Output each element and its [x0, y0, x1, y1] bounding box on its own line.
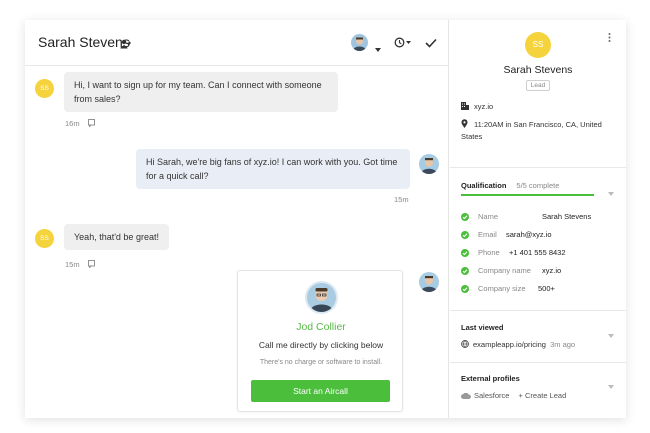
contact-name: Sarah Stevens [503, 64, 573, 76]
salesforce-link[interactable]: Salesforce [474, 391, 509, 400]
card-subtitle: Call me directly by clicking below [258, 340, 384, 350]
start-aircall-button[interactable]: Start an Aircall [251, 380, 390, 402]
agent-name: Jod Collier [296, 321, 346, 333]
message-time: 15m [394, 195, 409, 204]
divider [450, 310, 626, 311]
qualification-row[interactable]: Company name xyz.io [461, 266, 561, 276]
conversation-title: Sarah Stevens [38, 34, 130, 50]
location-row: 11:20AM in San Francisco, CA, United Sta… [461, 119, 621, 142]
seen-icon [87, 119, 95, 129]
cloud-icon [461, 392, 471, 401]
company-row: xyz.io [461, 101, 621, 113]
check-icon [461, 231, 469, 240]
agent-avatar [419, 154, 439, 174]
agent-avatar [419, 272, 439, 292]
more-options-icon[interactable] [608, 29, 611, 47]
conversation-window: Sarah Stevens SS Hi, I want to sign up f… [25, 20, 626, 418]
divider [450, 362, 626, 363]
company-name: xyz.io [474, 102, 494, 111]
qualification-row[interactable]: Company size 500+ [461, 284, 555, 294]
assignee-dropdown-icon[interactable] [375, 39, 381, 57]
message-meta: 15m [65, 260, 95, 270]
message-time: 16m [65, 119, 80, 128]
visitor-message: Yeah, that'd be great! [64, 224, 169, 250]
qualification-row[interactable]: Email sarah@xyz.io [461, 230, 552, 240]
last-viewed-title[interactable]: Last viewed [461, 323, 504, 332]
contact-avatar: SS [525, 32, 551, 58]
divider [450, 167, 626, 168]
qualification-row[interactable]: Name Sarah Stevens [461, 212, 591, 222]
last-viewed-row[interactable]: exampleapp.io/pricing 3m ago [461, 340, 575, 350]
add-user-icon[interactable] [120, 36, 131, 54]
contact-sidebar: SS Sarah Stevens Lead xyz.io 11:20AM in … [450, 20, 626, 418]
qualification-header[interactable]: Qualification 5/5 complete [461, 181, 559, 190]
card-note: There's no charge or software to install… [259, 359, 383, 366]
external-profiles-row: Salesforce + Create Lead [461, 391, 566, 401]
seen-icon [87, 260, 95, 270]
call-card: Jod Collier Call me directly by clicking… [237, 270, 403, 412]
chevron-down-icon[interactable] [608, 183, 614, 201]
create-lead-link[interactable]: + Create Lead [519, 391, 567, 400]
check-icon [461, 249, 469, 258]
last-viewed-time: 3m ago [550, 340, 576, 349]
last-viewed-page: exampleapp.io/pricing [473, 340, 546, 349]
chevron-down-icon[interactable] [608, 325, 614, 343]
agent-photo [305, 281, 338, 314]
external-profiles-title[interactable]: External profiles [461, 374, 520, 383]
chat-pane: Sarah Stevens SS Hi, I want to sign up f… [25, 20, 449, 418]
location-pin-icon [461, 119, 470, 131]
check-icon [461, 213, 469, 222]
qualification-progress-text: 5/5 complete [516, 181, 560, 190]
lead-badge: Lead [526, 80, 550, 91]
qualification-row[interactable]: Phone +1 401 555 8432 [461, 248, 566, 258]
globe-icon [461, 340, 469, 350]
local-time-location: 11:20AM in San Francisco, CA, United Sta… [461, 120, 602, 141]
visitor-avatar: SS [35, 79, 54, 98]
visitor-avatar: SS [35, 229, 54, 248]
assignee-avatar[interactable] [351, 34, 368, 51]
qualification-title: Qualification [461, 181, 507, 190]
chat-header: Sarah Stevens [25, 20, 449, 66]
chevron-down-icon[interactable] [608, 376, 614, 394]
close-conversation-check-icon[interactable] [425, 35, 437, 53]
snooze-clock-icon[interactable] [394, 35, 412, 53]
message-meta: 16m [65, 119, 95, 129]
agent-message: Hi Sarah, we're big fans of xyz.io! I ca… [136, 149, 410, 189]
qualification-progress-bar [461, 194, 594, 196]
building-icon [461, 101, 470, 113]
check-icon [461, 267, 469, 276]
message-time: 15m [65, 260, 80, 269]
visitor-message: Hi, I want to sign up for my team. Can I… [64, 72, 338, 112]
check-icon [461, 285, 469, 294]
